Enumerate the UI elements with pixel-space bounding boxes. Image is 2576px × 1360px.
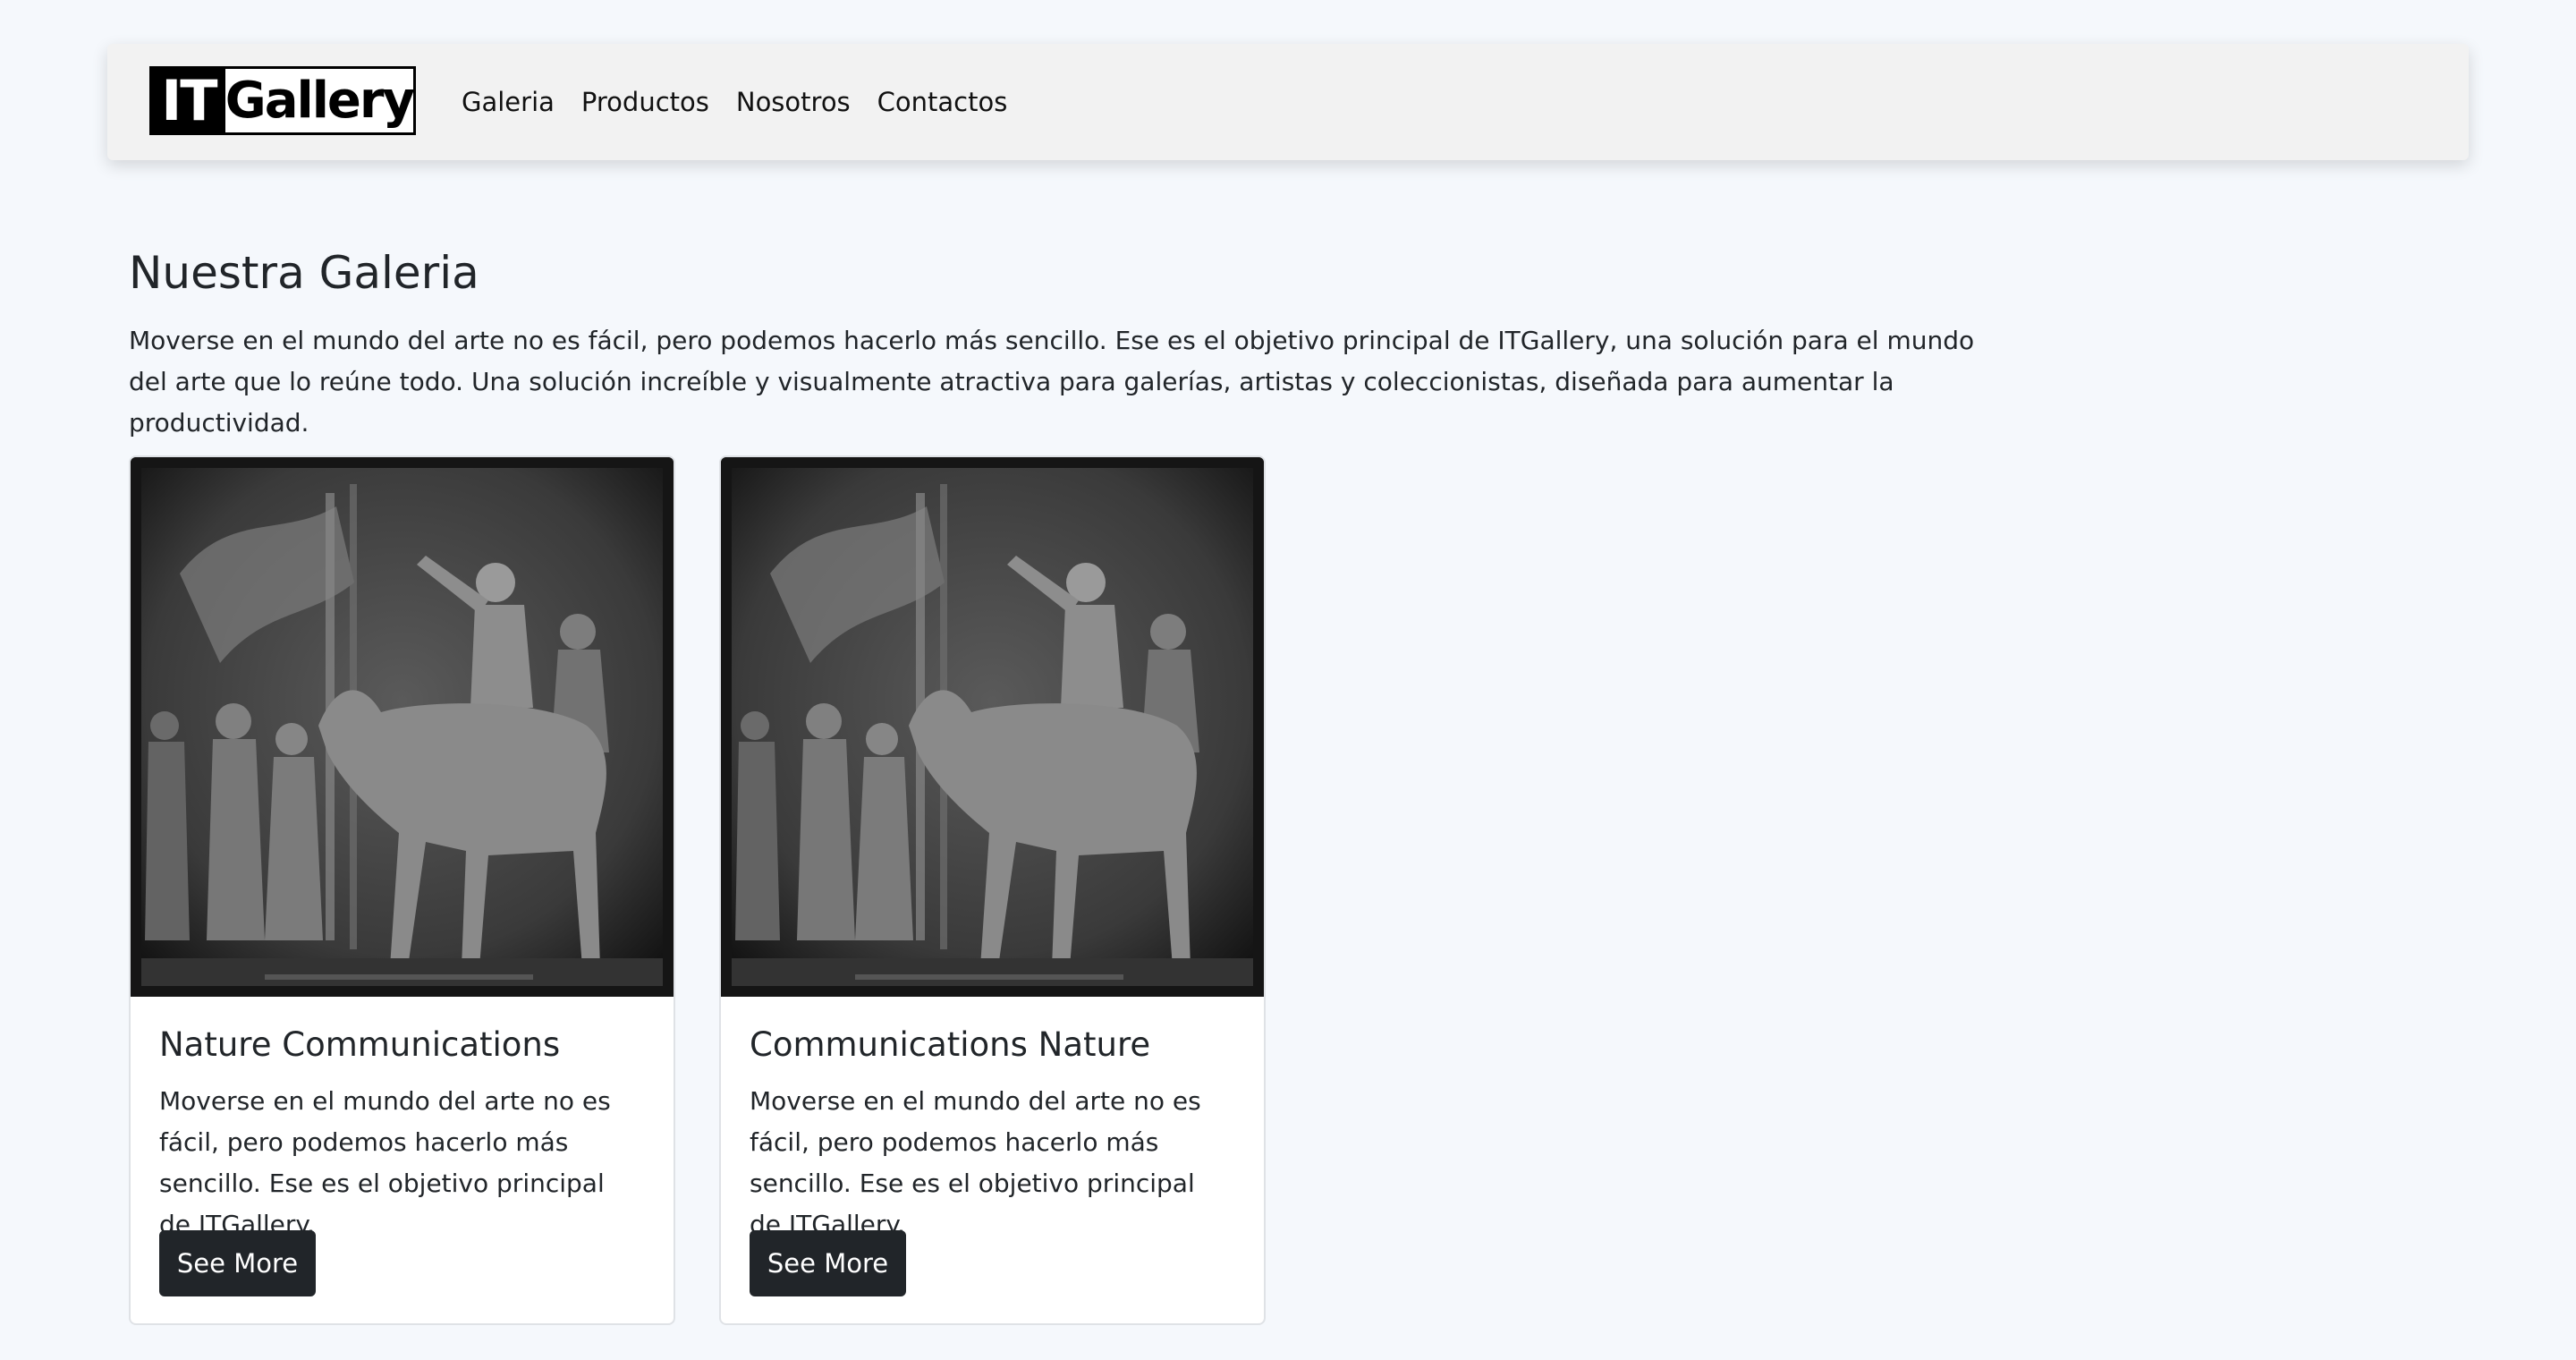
card-title: Nature Communications xyxy=(159,1025,561,1064)
nav-links: Galeria Productos Nosotros Contactos xyxy=(462,44,1034,160)
see-more-button[interactable]: See More xyxy=(159,1230,316,1296)
card-title: Communications Nature xyxy=(750,1025,1151,1064)
gallery-cards: Nature Communications Moverse en el mund… xyxy=(129,455,1309,1325)
gallery-card: Communications Nature Moverse en el mund… xyxy=(719,455,1266,1325)
card-body: Nature Communications Moverse en el mund… xyxy=(131,997,674,1245)
see-more-button[interactable]: See More xyxy=(750,1230,906,1296)
gallery-card: Nature Communications Moverse en el mund… xyxy=(129,455,675,1325)
nav-link-nosotros[interactable]: Nosotros xyxy=(736,87,851,117)
brand-logo[interactable]: IT Gallery xyxy=(149,66,416,135)
navbar: IT Gallery Galeria Productos Nosotros Co… xyxy=(107,44,2469,160)
card-image xyxy=(721,457,1264,997)
card-body: Communications Nature Moverse en el mund… xyxy=(721,997,1264,1245)
main-content: Nuestra Galeria Moverse en el mundo del … xyxy=(129,242,2454,444)
nav-link-galeria[interactable]: Galeria xyxy=(462,87,555,117)
intro-paragraph: Moverse en el mundo del arte no es fácil… xyxy=(129,326,1975,438)
page-title: Nuestra Galeria xyxy=(129,247,479,299)
brand-logo-gallery: Gallery xyxy=(225,69,415,132)
nav-link-contactos[interactable]: Contactos xyxy=(877,87,1008,117)
nav-link-productos[interactable]: Productos xyxy=(581,87,709,117)
brand-logo-it: IT xyxy=(161,68,217,133)
card-text: Moverse en el mundo del arte no es fácil… xyxy=(750,1086,1201,1239)
card-text: Moverse en el mundo del arte no es fácil… xyxy=(159,1086,611,1239)
card-image xyxy=(131,457,674,997)
